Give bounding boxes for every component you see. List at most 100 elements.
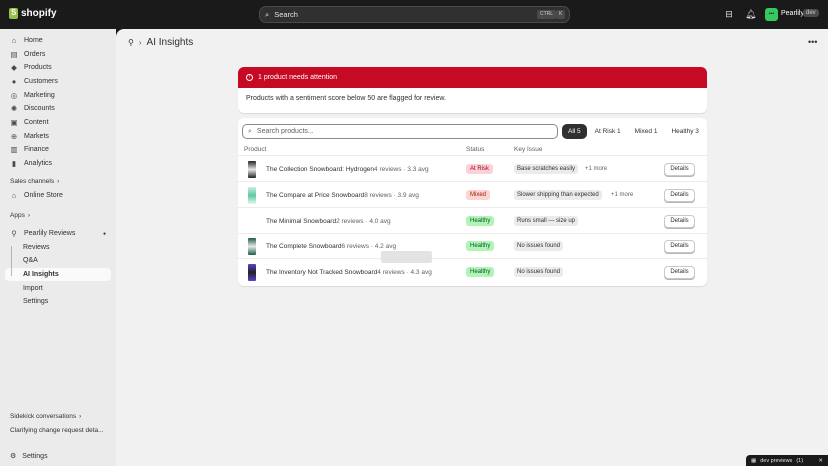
dev-previews-bar[interactable]: ▦ dev previews (1) ✕ xyxy=(746,455,828,466)
sidebar-item-finance[interactable]: ▥ Finance xyxy=(5,143,111,156)
product-name: The Collection Snowboard: Hydrogen xyxy=(266,166,375,173)
key-issue-tag: Slower shipping than expected xyxy=(514,190,602,200)
product-search-input[interactable]: ⌕ Search products... xyxy=(242,124,558,139)
sidebar-item-import[interactable]: Import xyxy=(5,282,111,295)
shopify-logo[interactable]: shopify xyxy=(9,8,57,19)
column-header-key-issue: Key Issue xyxy=(514,146,543,153)
apps-label[interactable]: Apps › xyxy=(10,212,30,219)
product-name: The Complete Snowboard xyxy=(266,243,342,250)
sidebar-item-settings[interactable]: ⚙ Settings xyxy=(10,452,48,461)
chevron-right-icon: › xyxy=(57,178,60,185)
table-row[interactable]: The Inventory Not Tracked Snowboard4 rev… xyxy=(238,260,707,285)
app-icon: ⚲ xyxy=(11,228,17,238)
search-icon: ⌕ xyxy=(248,127,252,135)
banner-title: 1 product needs attention xyxy=(258,74,338,81)
inbox-icon: ▤ xyxy=(10,49,18,59)
tab-healthy[interactable]: Healthy 3 xyxy=(665,124,704,139)
page-header: ⚲ › AI Insights xyxy=(128,37,193,48)
sidebar-item-pearlily-reviews[interactable]: ⚲ Pearlily Reviews ● xyxy=(5,227,111,240)
sidebar-item-orders[interactable]: ▤ Orders xyxy=(5,48,111,61)
close-icon[interactable]: ✕ xyxy=(818,458,823,464)
tab-mixed[interactable]: Mixed 1 xyxy=(629,124,664,139)
sidebar-item-settings-app[interactable]: Settings xyxy=(5,295,111,308)
top-bar: shopify ⌕ Search CTRL K ⊟ 🔔︎ ••• Pearlil… xyxy=(0,0,828,29)
sidebar-item-label: Import xyxy=(23,285,43,292)
sidebar-item-content[interactable]: ▣ Content xyxy=(5,116,111,129)
sales-channels-label[interactable]: Sales channels › xyxy=(10,178,59,185)
key-issue-tag: Base scratches easily xyxy=(514,164,579,174)
kbd-k: K xyxy=(556,10,566,19)
banner-header: ! 1 product needs attention xyxy=(238,67,707,88)
sidebar-item-label: AI Insights xyxy=(23,271,59,278)
sidekick-conversation-item[interactable]: Clarifying change request deta... xyxy=(10,427,110,434)
sidebar-item-home[interactable]: ⌂ Home xyxy=(5,34,111,47)
storefront-icon: ⌂ xyxy=(11,190,17,200)
details-button[interactable]: Details xyxy=(664,215,695,228)
sidebar-item-label: Products xyxy=(24,64,52,71)
table-row[interactable]: The Compare at Price Snowboard8 reviews … xyxy=(238,183,707,208)
sidebar-item-online-store[interactable]: ⌂ Online Store xyxy=(5,189,111,202)
sidebar-item-label: Marketing xyxy=(24,92,55,99)
pin-icon: ● xyxy=(103,230,107,237)
column-header-status: Status xyxy=(466,146,485,153)
more-issues-count: +1 more xyxy=(585,166,608,172)
key-issue-tag: No issues found xyxy=(514,241,564,251)
globe-icon: ⊕ xyxy=(10,131,18,141)
sidebar-item-label: Discounts xyxy=(24,105,55,112)
home-icon: ⌂ xyxy=(11,35,17,45)
column-header-product: Product xyxy=(244,146,267,153)
table-row[interactable]: The Minimal Snowboard2 reviews · 4.0 avg… xyxy=(238,209,707,234)
global-search[interactable]: ⌕ Search CTRL K xyxy=(259,6,570,23)
sidebar-item-products[interactable]: ◆ Products xyxy=(5,61,111,74)
bell-icon[interactable]: 🔔︎ xyxy=(745,9,756,19)
sidekick-conversations-label[interactable]: Sidekick conversations › xyxy=(10,413,81,420)
details-button[interactable]: Details xyxy=(664,240,695,253)
page-title: AI Insights xyxy=(146,37,194,48)
details-button[interactable]: Details xyxy=(664,266,695,279)
sidebar-item-reviews[interactable]: Reviews xyxy=(5,241,111,254)
sidebar-item-analytics[interactable]: ▮ Analytics xyxy=(5,157,111,170)
product-thumbnail xyxy=(248,161,256,178)
sidebar-item-label: Markets xyxy=(24,133,49,140)
sidebar-item-markets[interactable]: ⊕ Markets xyxy=(5,130,111,143)
more-actions-icon[interactable]: ••• xyxy=(808,37,817,47)
bank-icon: ▥ xyxy=(10,144,18,154)
status-badge: At Risk xyxy=(466,164,494,174)
status-badge: Healthy xyxy=(466,216,495,226)
tab-at-risk[interactable]: At Risk 1 xyxy=(589,124,627,139)
sidebar-item-marketing[interactable]: ◎ Marketing xyxy=(5,89,111,102)
sidebar-item-discounts[interactable]: ✺ Discounts xyxy=(5,102,111,115)
sidebar-item-qa[interactable]: Q&A xyxy=(5,254,111,267)
sidebar-item-label: Home xyxy=(24,37,43,44)
sidebar-item-customers[interactable]: ● Customers xyxy=(5,75,111,88)
search-icon: ⌕ xyxy=(265,9,270,19)
banner-body: Products with a sentiment score below 50… xyxy=(246,95,446,102)
more-issues-count: +1 more xyxy=(611,192,634,198)
store-icon[interactable]: ⊟ xyxy=(724,9,734,19)
product-meta: 4 reviews · 4.3 avg xyxy=(377,269,432,276)
sidebar-item-ai-insights[interactable]: AI Insights xyxy=(5,268,111,281)
tab-all[interactable]: All 5 xyxy=(562,124,587,139)
store-badge: dev xyxy=(803,9,819,17)
gear-icon: ⚙ xyxy=(10,453,17,460)
table-row[interactable]: The Collection Snowboard: Hydrogen4 revi… xyxy=(238,157,707,182)
dev-previews-count: (1) xyxy=(796,457,804,464)
product-thumbnail xyxy=(248,264,256,281)
shopify-bag-icon xyxy=(9,8,18,19)
details-button[interactable]: Details xyxy=(664,189,695,202)
chevron-right-icon: › xyxy=(79,413,82,420)
image-icon: ▣ xyxy=(10,117,18,127)
table-row[interactable]: The Complete Snowboard6 reviews · 4.2 av… xyxy=(238,234,707,259)
loading-placeholder xyxy=(381,251,432,263)
search-placeholder: Search products... xyxy=(256,128,314,135)
discount-icon: ✺ xyxy=(10,103,18,113)
avatar[interactable]: ••• xyxy=(765,8,778,21)
product-name: The Compare at Price Snowboard xyxy=(266,192,365,199)
store-name[interactable]: Pearlily xyxy=(781,10,804,17)
status-badge: Mixed xyxy=(466,190,491,200)
search-placeholder: Search xyxy=(274,10,298,19)
sidebar-item-label: Customers xyxy=(24,78,58,85)
details-button[interactable]: Details xyxy=(664,163,695,176)
kbd-ctrl: CTRL xyxy=(537,10,557,19)
tree-line xyxy=(11,246,12,276)
